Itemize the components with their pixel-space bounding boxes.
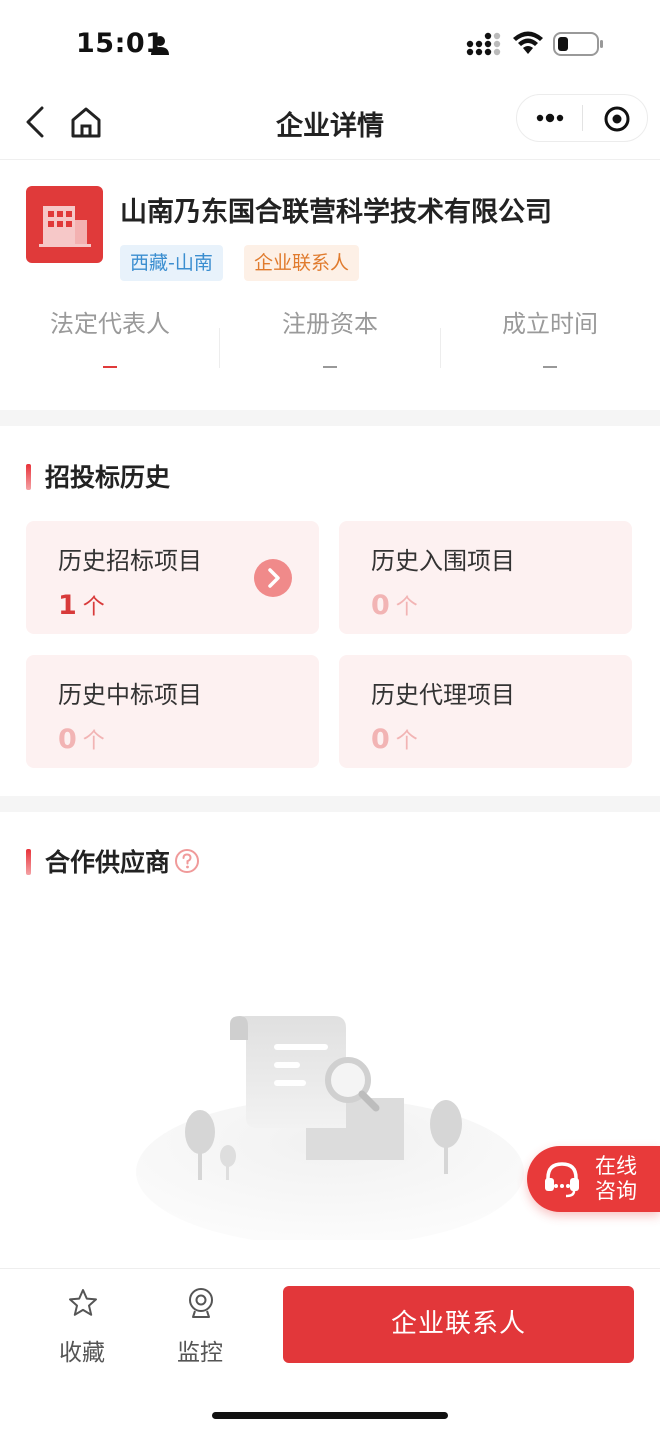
person-icon — [151, 36, 169, 55]
history-shortlist-card[interactable]: 历史入围项目 0个 — [339, 521, 632, 634]
battery-icon — [553, 32, 603, 56]
suppliers-title: 合作供应商 — [26, 843, 200, 879]
history-tender-card[interactable]: 历史招标项目 1个 — [26, 521, 319, 634]
history-winning-card[interactable]: 历史中标项目 0个 — [26, 655, 319, 768]
stat-value — [543, 366, 557, 368]
card-count-value: 0 — [371, 590, 390, 621]
bid-history-title: 招投标历史 — [26, 458, 170, 494]
empty-state-illustration — [136, 1016, 524, 1240]
building-icon — [39, 206, 91, 247]
contact-tag[interactable]: 企业联系人 — [244, 245, 360, 281]
bottom-action-bar: 收藏 监控 企业联系人 — [0, 1268, 660, 1432]
stat-legal-representative: 法定代表人 — [0, 300, 220, 400]
stat-value — [103, 366, 117, 368]
card-count-unit: 个 — [82, 729, 105, 754]
stat-value — [323, 366, 337, 368]
card-count: 0个 — [371, 589, 418, 621]
status-bar: 15:01 — [0, 0, 660, 88]
stat-label: 法定代表人 — [50, 310, 170, 338]
favorite-label: 收藏 — [59, 1340, 105, 1366]
consult-label-line2: 咨询 — [595, 1179, 637, 1203]
card-count: 1个 — [58, 589, 105, 621]
region-tag: 西藏-山南 — [120, 245, 223, 281]
card-count-unit: 个 — [395, 595, 418, 620]
stat-established-date: 成立时间 — [440, 300, 660, 400]
star-icon — [69, 1289, 97, 1316]
card-count-unit: 个 — [82, 595, 105, 620]
history-agency-card[interactable]: 历史代理项目 0个 — [339, 655, 632, 768]
card-count: 0个 — [371, 723, 418, 755]
section-title-text: 合作供应商 — [45, 848, 171, 877]
section-marker — [26, 849, 31, 875]
section-gap — [0, 410, 660, 426]
consult-label: 在线 咨询 — [595, 1154, 655, 1204]
card-label: 历史代理项目 — [371, 681, 515, 709]
card-count-value: 1 — [58, 590, 77, 621]
section-marker — [26, 464, 31, 490]
stat-registered-capital: 注册资本 — [220, 300, 440, 400]
card-count-unit: 个 — [395, 729, 418, 754]
target-icon[interactable] — [603, 105, 631, 133]
camera-icon — [189, 1288, 213, 1318]
headset-icon — [545, 1162, 579, 1198]
online-consult-button[interactable]: 在线 咨询 — [527, 1146, 660, 1212]
company-name: 山南乃东国合联营科学技术有限公司 — [120, 197, 552, 228]
signal-icon — [466, 32, 501, 56]
section-title-text: 招投标历史 — [45, 463, 171, 492]
card-count: 0个 — [58, 723, 105, 755]
section-gap — [0, 796, 660, 812]
stat-label: 成立时间 — [502, 310, 598, 338]
stat-label: 注册资本 — [282, 310, 378, 338]
wifi-icon — [513, 31, 543, 54]
card-label: 历史入围项目 — [371, 547, 515, 575]
card-count-value: 0 — [58, 724, 77, 755]
company-logo — [26, 186, 103, 263]
help-icon[interactable] — [174, 848, 200, 874]
card-label: 历史招标项目 — [58, 547, 202, 575]
more-icon[interactable] — [535, 108, 565, 128]
card-label: 历史中标项目 — [58, 681, 202, 709]
company-stats: 法定代表人 注册资本 成立时间 — [0, 300, 660, 400]
chevron-right-icon[interactable] — [254, 559, 292, 597]
company-contact-button[interactable]: 企业联系人 — [283, 1286, 634, 1363]
nav-bar: 企业详情 — [0, 88, 660, 160]
capsule-divider — [582, 105, 583, 131]
monitor-label: 监控 — [177, 1340, 223, 1366]
consult-label-line1: 在线 — [595, 1154, 637, 1178]
home-indicator — [212, 1412, 448, 1419]
mini-program-capsule — [516, 94, 648, 142]
card-count-value: 0 — [371, 724, 390, 755]
